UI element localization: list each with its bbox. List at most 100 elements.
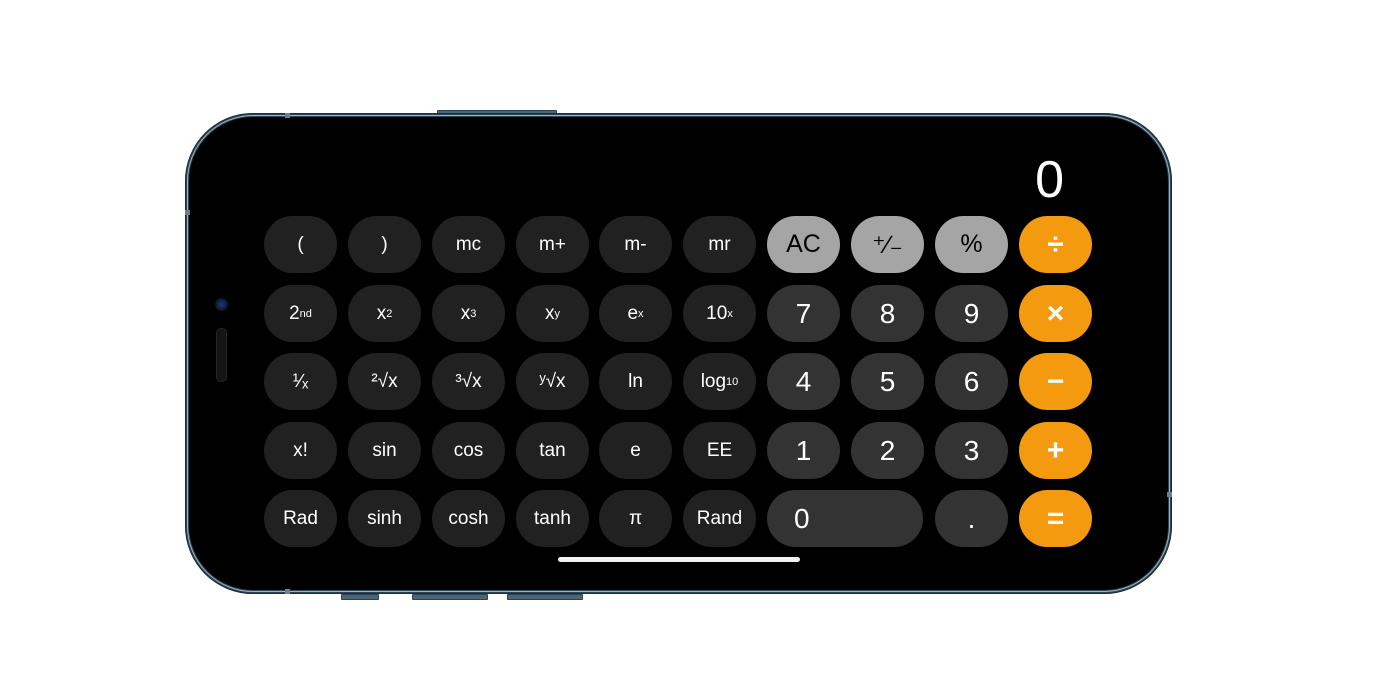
y-root-label: ʸ√x	[539, 370, 566, 392]
ee-button[interactable]: EE	[683, 422, 756, 479]
equals-button[interactable]: =	[1019, 490, 1092, 547]
front-camera-icon	[215, 298, 228, 311]
close-paren-label: )	[381, 233, 388, 255]
two-button[interactable]: 2	[851, 422, 924, 479]
cube-root-button[interactable]: ³√x	[432, 353, 505, 410]
rad-button[interactable]: Rad	[264, 490, 337, 547]
seven-button[interactable]: 7	[767, 285, 840, 342]
eight-button[interactable]: 8	[851, 285, 924, 342]
volume-down-button	[507, 594, 583, 600]
y-root-button[interactable]: ʸ√x	[516, 353, 589, 410]
six-button[interactable]: 6	[935, 353, 1008, 410]
decimal-label: .	[967, 502, 976, 534]
square-button[interactable]: x2	[348, 285, 421, 342]
ln-button[interactable]: ln	[599, 353, 672, 410]
cube-label: x	[460, 302, 471, 324]
percent-button[interactable]: %	[935, 216, 1008, 273]
four-button[interactable]: 4	[767, 353, 840, 410]
ten-power-label: 10	[706, 302, 728, 324]
memory-add-label: m+	[539, 233, 566, 255]
percent-label: %	[960, 230, 983, 258]
euler-button[interactable]: e	[599, 422, 672, 479]
square-root-label: ²√x	[371, 370, 398, 392]
memory-subtract-button[interactable]: m-	[599, 216, 672, 273]
exp-label: e	[627, 302, 639, 324]
factorial-button[interactable]: x!	[264, 422, 337, 479]
ee-label: EE	[706, 439, 733, 461]
volume-up-button	[412, 594, 488, 600]
home-indicator[interactable]	[558, 557, 800, 562]
exp-superscript: x	[638, 307, 644, 320]
nine-button[interactable]: 9	[935, 285, 1008, 342]
cube-superscript: 3	[470, 307, 477, 320]
second-button[interactable]: 2nd	[264, 285, 337, 342]
cos-label: cos	[453, 439, 484, 461]
multiply-button[interactable]: ×	[1019, 285, 1092, 342]
tan-button[interactable]: tan	[516, 422, 589, 479]
second-label: 2	[289, 302, 300, 324]
memory-recall-button[interactable]: mr	[683, 216, 756, 273]
log10-subscript: 10	[726, 375, 739, 388]
square-label: x	[376, 302, 387, 324]
cos-button[interactable]: cos	[432, 422, 505, 479]
power-label: x	[545, 302, 555, 324]
cosh-label: cosh	[448, 507, 489, 529]
cube-button[interactable]: x3	[432, 285, 505, 342]
three-label: 3	[963, 434, 980, 466]
plus-minus-button[interactable]: ⁺∕₋	[851, 216, 924, 273]
antenna-band	[285, 589, 290, 594]
one-label: 1	[795, 434, 812, 466]
euler-label: e	[630, 439, 641, 461]
open-paren-label: (	[297, 233, 304, 255]
close-paren-button[interactable]: )	[348, 216, 421, 273]
memory-add-button[interactable]: m+	[516, 216, 589, 273]
nine-label: 9	[963, 297, 980, 329]
sinh-button[interactable]: sinh	[348, 490, 421, 547]
tan-label: tan	[539, 439, 566, 461]
five-button[interactable]: 5	[851, 353, 924, 410]
one-button[interactable]: 1	[767, 422, 840, 479]
multiply-label: ×	[1046, 296, 1065, 330]
add-label: +	[1046, 433, 1065, 467]
antenna-band	[285, 113, 290, 118]
three-button[interactable]: 3	[935, 422, 1008, 479]
decimal-button[interactable]: .	[935, 490, 1008, 547]
reciprocal-label: ¹∕ₓ	[292, 370, 309, 392]
cosh-button[interactable]: cosh	[432, 490, 505, 547]
power-button[interactable]: xy	[516, 285, 589, 342]
five-label: 5	[879, 365, 896, 397]
power-superscript: y	[554, 307, 561, 320]
square-root-button[interactable]: ²√x	[348, 353, 421, 410]
divide-label: ÷	[1047, 227, 1064, 261]
reciprocal-button[interactable]: ¹∕ₓ	[264, 353, 337, 410]
four-label: 4	[795, 365, 812, 397]
pi-label: π	[628, 507, 643, 529]
open-paren-button[interactable]: (	[264, 216, 337, 273]
rad-label: Rad	[283, 507, 318, 529]
zero-label: 0	[794, 502, 810, 534]
cube-root-label: ³√x	[455, 370, 482, 392]
log10-button[interactable]: log 10	[683, 353, 756, 410]
divide-button[interactable]: ÷	[1019, 216, 1092, 273]
zero-button[interactable]: 0	[767, 490, 923, 547]
second-superscript: nd	[299, 307, 312, 320]
seven-label: 7	[795, 297, 812, 329]
memory-clear-label: mc	[455, 233, 482, 255]
pi-button[interactable]: π	[599, 490, 672, 547]
ten-power-button[interactable]: 10 x	[683, 285, 756, 342]
tanh-button[interactable]: tanh	[516, 490, 589, 547]
ln-label: ln	[628, 370, 643, 392]
log10-label: log	[700, 370, 727, 392]
add-button[interactable]: +	[1019, 422, 1092, 479]
plus-minus-label: ⁺∕₋	[872, 230, 903, 259]
exp-button[interactable]: ex	[599, 285, 672, 342]
memory-clear-button[interactable]: mc	[432, 216, 505, 273]
tanh-label: tanh	[534, 507, 571, 529]
rand-button[interactable]: Rand	[683, 490, 756, 547]
all-clear-button[interactable]: AC	[767, 216, 840, 273]
subtract-label: −	[1046, 364, 1065, 398]
subtract-button[interactable]: −	[1019, 353, 1092, 410]
silent-switch	[341, 594, 379, 600]
rand-label: Rand	[696, 507, 743, 529]
sin-button[interactable]: sin	[348, 422, 421, 479]
